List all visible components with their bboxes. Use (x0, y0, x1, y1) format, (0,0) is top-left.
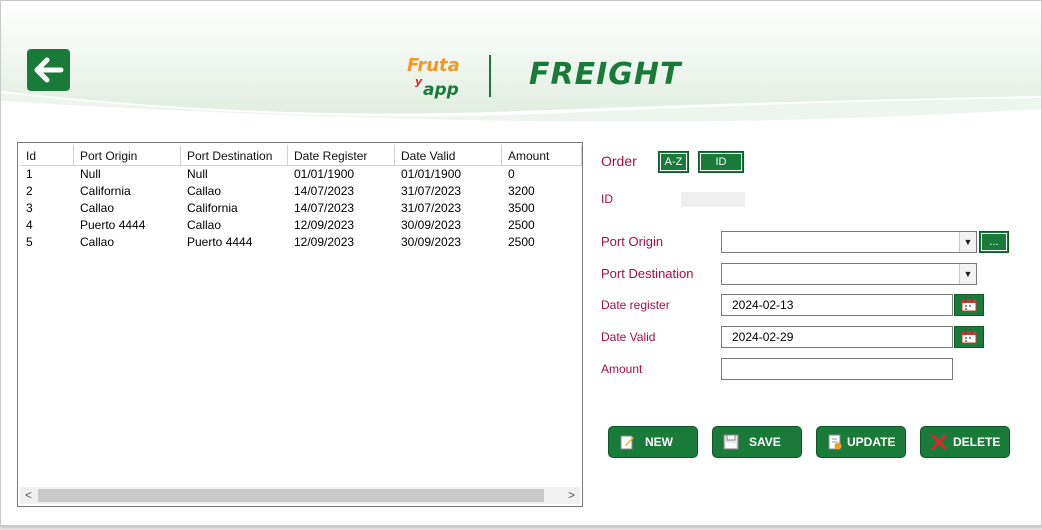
header-divider (489, 55, 491, 97)
freight-list[interactable]: Id Port Origin Port Destination Date Reg… (17, 142, 583, 507)
cell-date-valid: 30/09/2023 (401, 235, 462, 249)
amount-field[interactable] (721, 358, 953, 380)
column-header-date-valid[interactable]: Date Valid (395, 145, 502, 165)
port-destination-select[interactable]: ▼ (721, 263, 977, 285)
scroll-thumb[interactable] (38, 489, 544, 502)
update-button-label: UPDATE (847, 435, 896, 449)
cell-port-origin: Puerto 4444 (80, 218, 146, 232)
order-label: Order (601, 153, 637, 169)
update-icon (827, 434, 843, 450)
cell-id: 5 (26, 235, 33, 249)
scroll-left-icon[interactable]: < (20, 487, 37, 504)
dropdown-arrow-icon[interactable]: ▼ (959, 232, 976, 252)
cell-amount: 3200 (508, 184, 535, 198)
freight-window: ✕ Fruta y app FREIGHT Id Port Origin Por… (0, 0, 1042, 526)
cell-port-origin: California (80, 184, 131, 198)
table-row[interactable]: 1 Null Null 01/01/1900 01/01/1900 0 (20, 166, 582, 183)
table-row[interactable]: 4 Puerto 4444 Callao 12/09/2023 30/09/20… (20, 217, 582, 234)
cell-port-origin: Callao (80, 201, 115, 215)
column-header-port-origin[interactable]: Port Origin (74, 145, 181, 165)
cell-date-valid: 31/07/2023 (401, 184, 462, 198)
column-header-id[interactable]: Id (20, 145, 74, 165)
save-icon (723, 434, 739, 450)
delete-button-label: DELETE (953, 435, 1001, 449)
table-row[interactable]: 2 California Callao 14/07/2023 31/07/202… (20, 183, 582, 200)
dropdown-arrow-icon[interactable]: ▼ (959, 264, 976, 284)
port-destination-label: Port Destination (601, 266, 694, 281)
date-register-calendar-button[interactable] (954, 294, 984, 316)
calendar-icon (961, 330, 977, 344)
port-origin-more-button[interactable]: ... (979, 231, 1009, 253)
order-az-button[interactable]: A-Z (658, 151, 689, 173)
new-button-label: NEW (645, 435, 673, 449)
cell-amount: 0 (508, 167, 515, 181)
list-header: Id Port Origin Port Destination Date Reg… (20, 145, 582, 166)
cell-port-origin: Callao (80, 235, 115, 249)
id-value (681, 192, 745, 207)
back-arrow-icon (34, 57, 63, 83)
delete-icon (931, 434, 947, 450)
cell-date-register: 14/07/2023 (294, 201, 355, 215)
cell-date-valid: 31/07/2023 (401, 201, 462, 215)
cell-date-register: 12/09/2023 (294, 218, 355, 232)
cell-date-valid: 01/01/1900 (401, 167, 462, 181)
logo-text-mid: y (415, 75, 423, 88)
back-button[interactable] (27, 49, 70, 91)
column-header-port-destination[interactable]: Port Destination (181, 145, 288, 165)
table-row[interactable]: 5 Callao Puerto 4444 12/09/2023 30/09/20… (20, 234, 582, 251)
date-valid-field[interactable]: 2024-02-29 (721, 326, 953, 348)
date-valid-label: Date Valid (601, 330, 656, 344)
new-icon (619, 434, 635, 450)
cell-id: 3 (26, 201, 33, 215)
cell-date-register: 01/01/1900 (294, 167, 355, 181)
logo-text-top: Fruta (407, 55, 460, 76)
cell-amount: 2500 (508, 235, 535, 249)
calendar-icon (961, 298, 977, 312)
cell-port-destination: Null (187, 167, 208, 181)
scroll-right-icon[interactable]: > (563, 487, 580, 504)
id-label: ID (601, 192, 613, 206)
logo-text-bottom: app (423, 80, 459, 100)
fruta-y-app-logo: Fruta y app (407, 55, 460, 100)
delete-button[interactable]: DELETE (921, 427, 1009, 457)
save-button-label: SAVE (749, 435, 781, 449)
cell-amount: 3500 (508, 201, 535, 215)
table-row[interactable]: 3 Callao California 14/07/2023 31/07/202… (20, 200, 582, 217)
amount-label: Amount (601, 362, 643, 376)
cell-id: 1 (26, 167, 33, 181)
order-id-button[interactable]: ID (698, 151, 744, 173)
date-valid-calendar-button[interactable] (954, 326, 984, 348)
cell-port-destination: California (187, 201, 238, 215)
cell-port-destination: Callao (187, 218, 222, 232)
page-title: FREIGHT (529, 57, 682, 92)
cell-date-register: 14/07/2023 (294, 184, 355, 198)
horizontal-scrollbar[interactable]: < > (20, 487, 580, 504)
cell-date-register: 12/09/2023 (294, 235, 355, 249)
cell-port-origin: Null (80, 167, 101, 181)
cell-id: 4 (26, 218, 33, 232)
cell-date-valid: 30/09/2023 (401, 218, 462, 232)
cell-port-destination: Puerto 4444 (187, 235, 253, 249)
cell-port-destination: Callao (187, 184, 222, 198)
column-header-amount[interactable]: Amount (502, 145, 582, 165)
port-origin-label: Port Origin (601, 234, 664, 249)
cell-id: 2 (26, 184, 33, 198)
port-origin-select[interactable]: ▼ (721, 231, 977, 253)
date-register-label: Date register (601, 298, 670, 312)
new-button[interactable]: NEW (609, 427, 697, 457)
column-header-date-register[interactable]: Date Register (288, 145, 395, 165)
date-register-field[interactable]: 2024-02-13 (721, 294, 953, 316)
save-button[interactable]: SAVE (713, 427, 801, 457)
cell-amount: 2500 (508, 218, 535, 232)
header-background (1, 1, 1041, 122)
update-button[interactable]: UPDATE (817, 427, 905, 457)
